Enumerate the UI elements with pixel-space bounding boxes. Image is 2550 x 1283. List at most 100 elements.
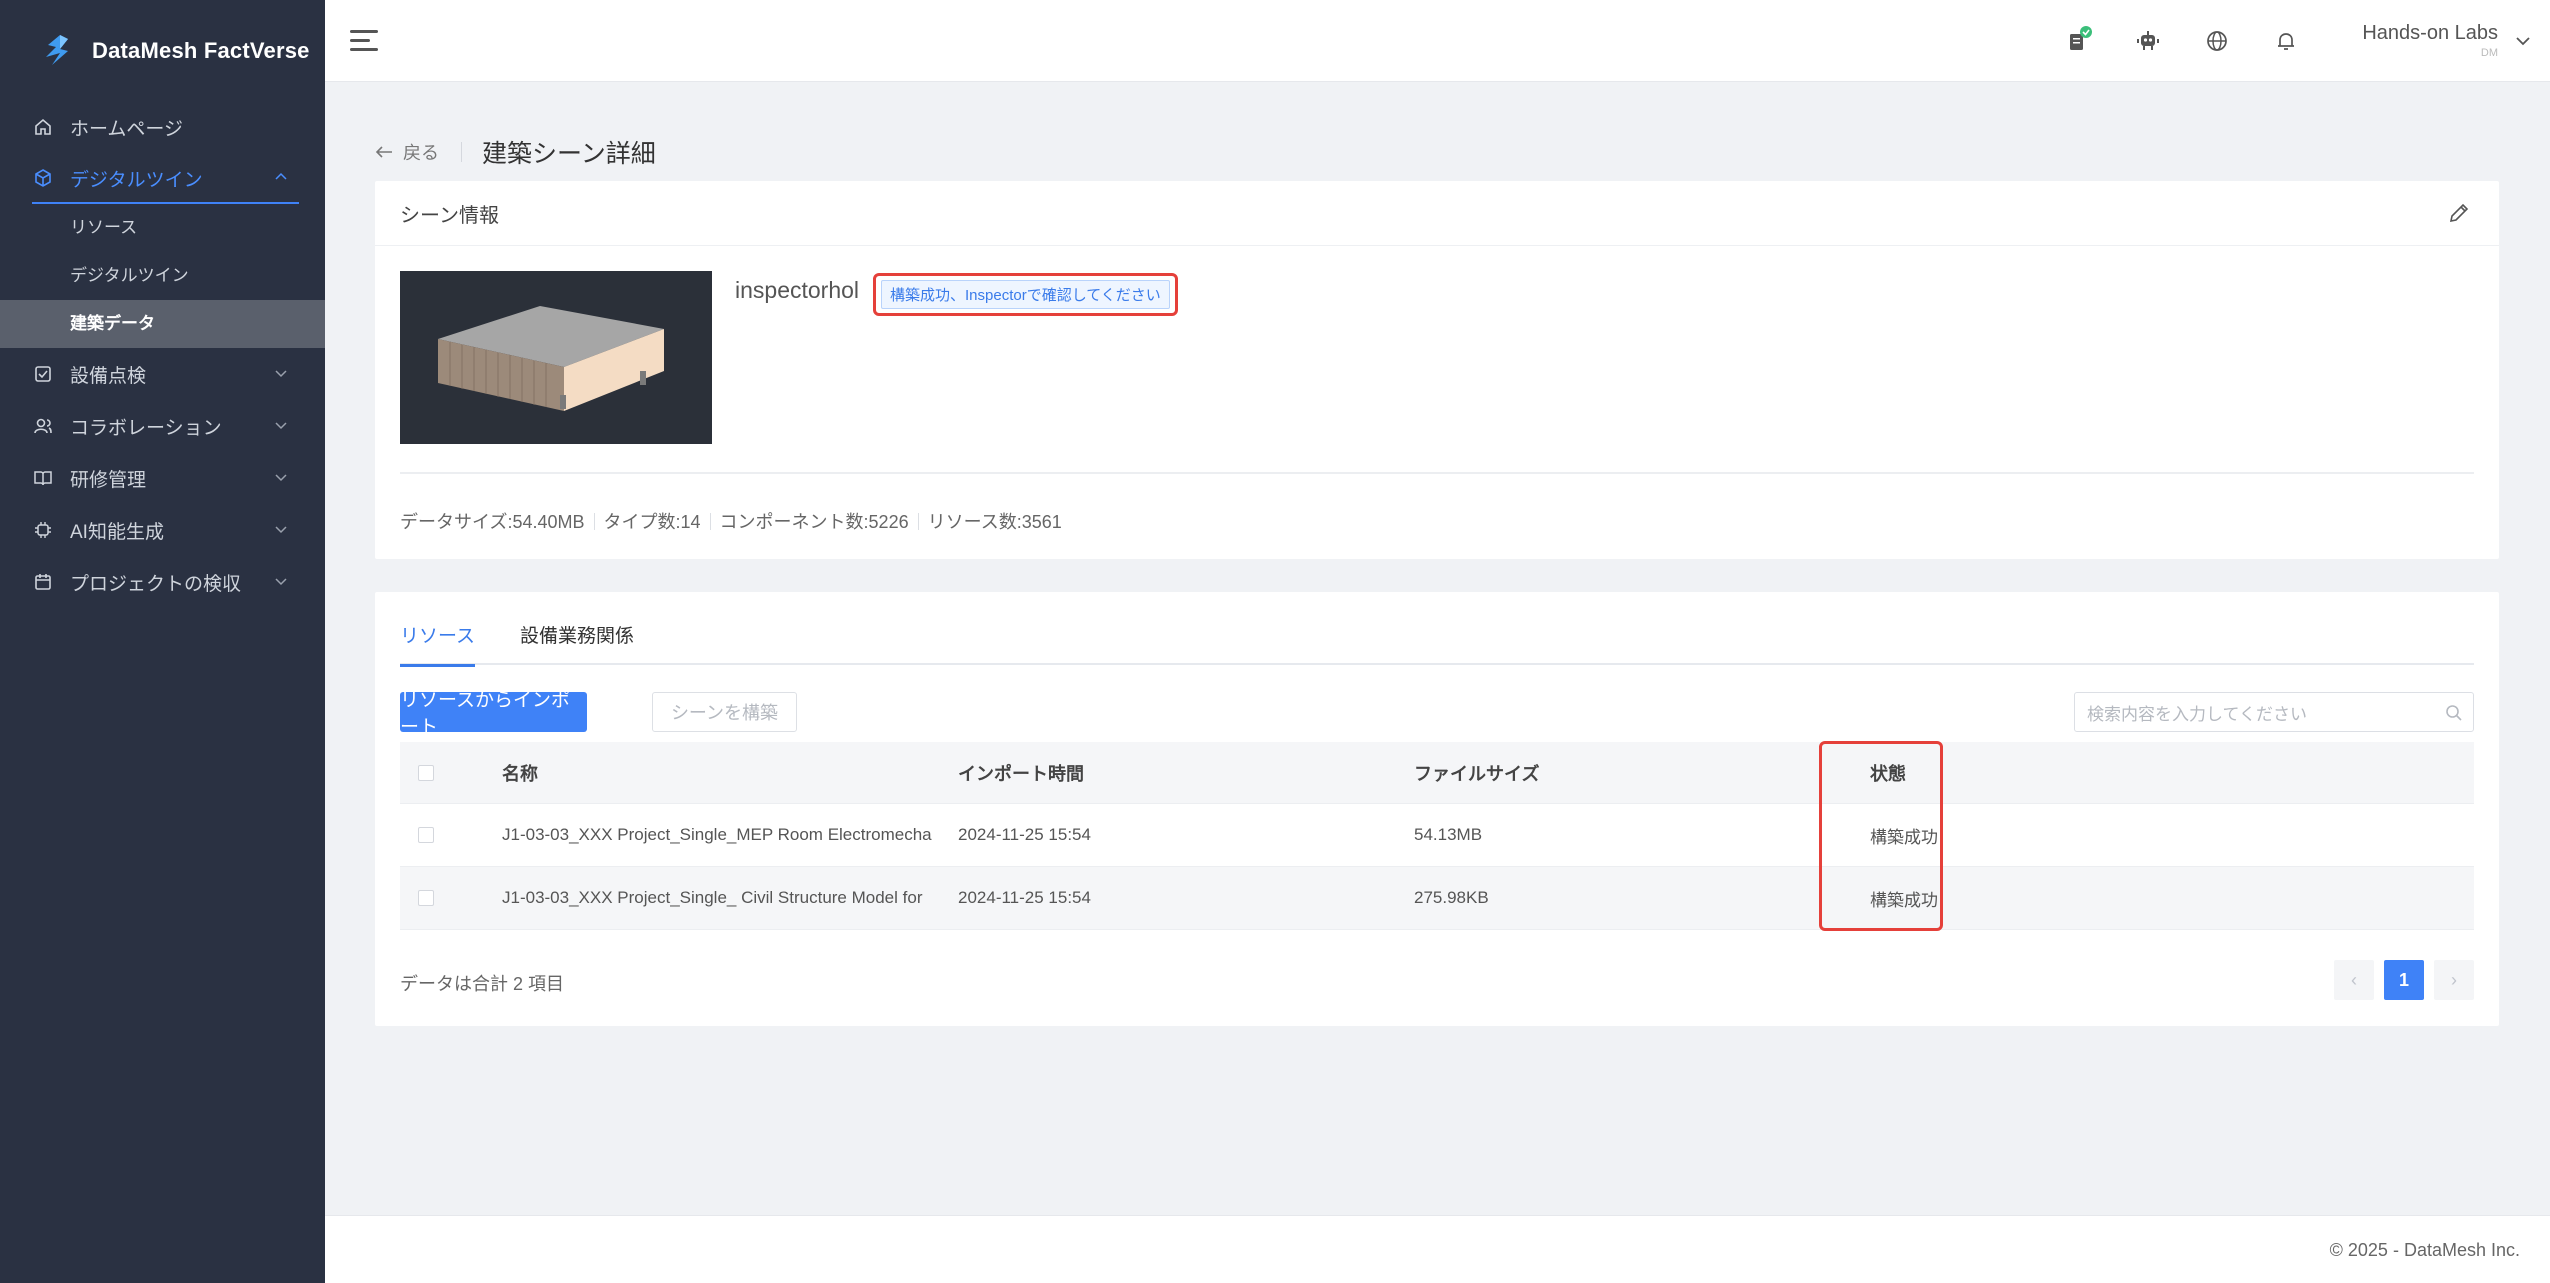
datamesh-logo-icon <box>46 35 68 65</box>
back-label: 戻る <box>403 143 439 163</box>
home-icon <box>32 116 54 138</box>
status-tag: 構築成功、Inspectorで確認してください <box>881 280 1170 309</box>
build-scene-button[interactable]: シーンを構築 <box>652 692 797 732</box>
sidebar: DataMesh FactVerse ホームページ デジタルツイン リソース デ… <box>0 0 325 1283</box>
user-name: Hands-on Labs <box>2362 22 2498 44</box>
table-row[interactable]: J1-03-03_XXX Project_Single_MEP Room Ele… <box>400 804 2474 867</box>
search-placeholder: 検索内容を入力してください <box>2087 704 2307 724</box>
table-header: 名称 インポート時間 ファイルサイズ 状態 <box>400 742 2474 804</box>
cell-file-size: 54.13MB <box>1414 825 1483 844</box>
brand[interactable]: DataMesh FactVerse <box>0 0 325 102</box>
sidebar-subitem-resources[interactable]: リソース <box>0 204 325 252</box>
robot-icon[interactable] <box>2133 26 2163 56</box>
sidebar-item-collaboration[interactable]: コラボレーション <box>0 400 325 452</box>
arrow-left-icon <box>375 146 392 158</box>
brand-name: DataMesh FactVerse <box>92 38 310 63</box>
sidebar-item-label: コラボレーション <box>70 417 222 439</box>
row-checkbox[interactable] <box>418 827 434 843</box>
chevron-down-icon <box>275 422 287 430</box>
bell-icon[interactable] <box>2271 26 2301 56</box>
tab-equipment-relations[interactable]: 設備業務関係 <box>520 622 634 665</box>
stat-component-count: コンポーネント数:5226 <box>719 512 909 532</box>
chevron-down-icon <box>275 526 287 534</box>
chevron-down-icon[interactable] <box>2514 32 2532 50</box>
stat-type-count: タイプ数:14 <box>603 512 701 532</box>
resources-card: リソース 設備業務関係 リソースからインポート シーンを構築 検索内容を入力して… <box>375 592 2499 1026</box>
footer: © 2025 - DataMesh Inc. <box>325 1215 2550 1283</box>
column-import-time: インポート時間 <box>958 763 1084 784</box>
cube-icon <box>32 167 54 189</box>
chevron-down-icon <box>275 370 287 378</box>
cell-file-size: 275.98KB <box>1414 888 1489 907</box>
import-from-resources-button[interactable]: リソースからインポート <box>400 690 587 738</box>
edit-icon[interactable] <box>2447 201 2471 225</box>
ai-icon <box>32 519 54 541</box>
sidebar-item-ai-generation[interactable]: AI知能生成 <box>0 504 325 556</box>
divider <box>400 472 2474 474</box>
sidebar-item-label: AI知能生成 <box>70 521 164 543</box>
tab-resources[interactable]: リソース <box>400 622 476 667</box>
scene-info-header: シーン情報 <box>375 181 2499 246</box>
chevron-down-icon <box>275 578 287 586</box>
checkbox-icon <box>32 363 54 385</box>
stat-resource-count: リソース数:3561 <box>927 512 1062 532</box>
user-org: DM <box>2480 47 2498 59</box>
top-header: Hands-on Labs DM <box>325 0 2550 82</box>
book-icon <box>32 467 54 489</box>
page-button-1[interactable]: 1 <box>2384 960 2424 1000</box>
clipboard-check-icon[interactable] <box>2064 26 2094 56</box>
sidebar-item-label: デジタルツイン <box>70 169 203 191</box>
calendar-icon <box>32 571 54 593</box>
scene-stats: データサイズ:54.40MB タイプ数:14 コンポーネント数:5226 リソー… <box>400 508 1062 534</box>
status-column-highlight <box>1819 741 1943 931</box>
sidebar-item-label: ホームページ <box>70 118 184 140</box>
sidebar-item-digital-twin[interactable]: デジタルツイン <box>0 152 325 204</box>
sidebar-subitem-building-data[interactable]: 建築データ <box>0 300 325 348</box>
user-menu[interactable]: Hands-on Labs DM <box>2362 22 2498 59</box>
sidebar-subitem-digital-twin[interactable]: デジタルツイン <box>0 252 325 300</box>
select-all-checkbox[interactable] <box>418 764 434 781</box>
stat-data-size: データサイズ:54.40MB <box>400 512 585 532</box>
search-icon[interactable] <box>2445 704 2463 722</box>
scene-info-card: シーン情報 inspectorhol 構築成功、Inspectorで確認してくだ… <box>375 181 2499 559</box>
breadcrumb: 戻る 建築シーン詳細 <box>375 134 656 170</box>
sidebar-item-label: 研修管理 <box>70 469 147 491</box>
page-title: 建築シーン詳細 <box>482 140 656 168</box>
cell-name: J1-03-03_XXX Project_Single_ Civil Struc… <box>502 888 923 907</box>
pagination: ‹ 1 › <box>2324 960 2474 1000</box>
back-button[interactable]: 戻る <box>375 139 439 165</box>
next-page-button[interactable]: › <box>2434 960 2474 1000</box>
copyright: © 2025 - DataMesh Inc. <box>2329 1240 2520 1260</box>
active-underline <box>32 202 299 204</box>
sidebar-item-training[interactable]: 研修管理 <box>0 452 325 504</box>
divider <box>709 512 711 530</box>
cell-import-time: 2024-11-25 15:54 <box>958 888 1091 907</box>
chevron-up-icon <box>275 172 287 180</box>
divider <box>593 512 595 530</box>
cell-name: J1-03-03_XXX Project_Single_MEP Room Ele… <box>502 825 932 844</box>
status-tag-highlight: 構築成功、Inspectorで確認してください <box>873 273 1178 316</box>
column-file-size: ファイルサイズ <box>1414 763 1540 784</box>
users-icon <box>32 415 54 437</box>
resources-table: 名称 インポート時間 ファイルサイズ 状態 J1-03-03_XXX Proje… <box>400 742 2474 930</box>
tab-bar: リソース 設備業務関係 <box>400 622 2474 667</box>
divider <box>917 512 919 530</box>
sidebar-item-home[interactable]: ホームページ <box>0 102 325 152</box>
sidebar-item-label: プロジェクトの検収 <box>70 573 242 595</box>
globe-icon[interactable] <box>2202 26 2232 56</box>
sidebar-item-project-acceptance[interactable]: プロジェクトの検収 <box>0 556 325 608</box>
row-checkbox[interactable] <box>418 890 434 906</box>
chevron-down-icon <box>275 474 287 482</box>
menu-toggle-icon[interactable] <box>350 28 380 54</box>
cell-import-time: 2024-11-25 15:54 <box>958 825 1091 844</box>
table-row[interactable]: J1-03-03_XXX Project_Single_ Civil Struc… <box>400 867 2474 930</box>
sidebar-item-inspection[interactable]: 設備点検 <box>0 348 325 400</box>
total-count: データは合計 2 項目 <box>400 974 565 994</box>
scene-thumbnail <box>400 271 712 444</box>
prev-page-button[interactable]: ‹ <box>2334 960 2374 1000</box>
divider <box>461 142 462 162</box>
scene-name: inspectorhol <box>735 277 860 303</box>
building-model-image <box>438 306 664 411</box>
sidebar-item-label: 設備点検 <box>70 365 147 387</box>
search-input[interactable]: 検索内容を入力してください <box>2074 692 2474 732</box>
